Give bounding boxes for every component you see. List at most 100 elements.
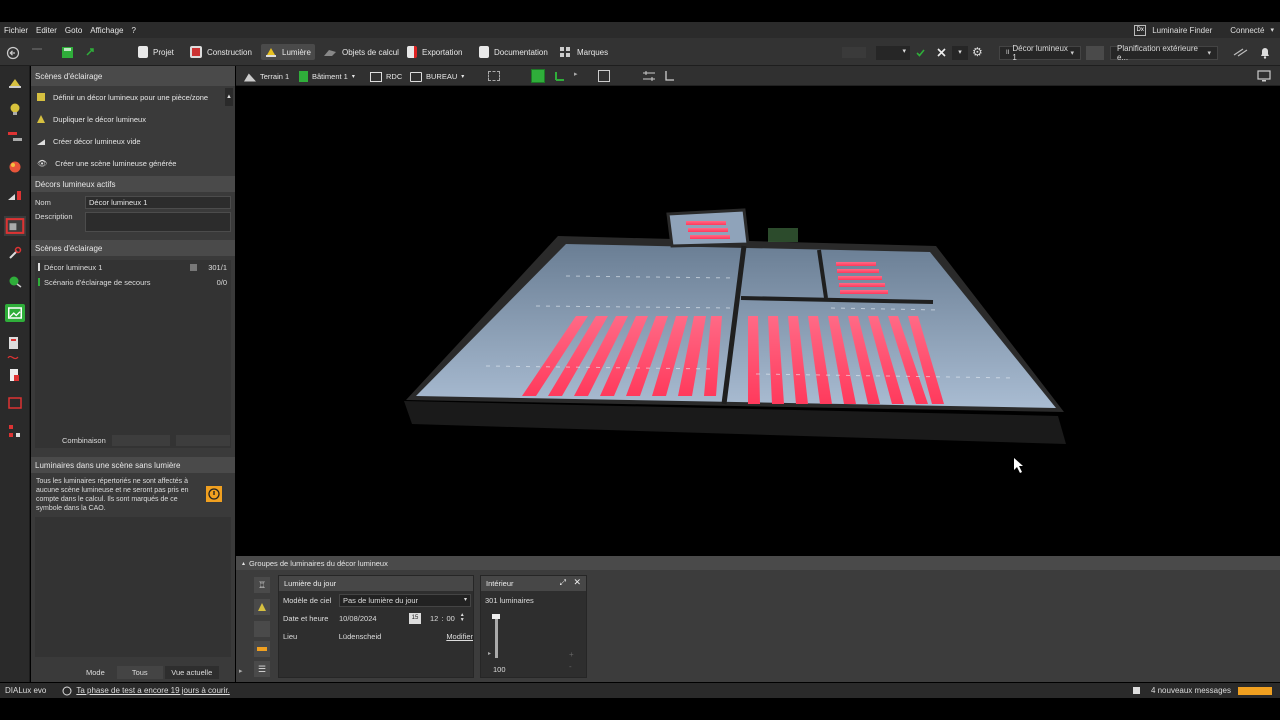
page-icon[interactable] [7,368,23,382]
hour-field[interactable]: 12 [430,614,438,623]
scene-color-swatch[interactable] [1086,46,1104,60]
trial-notice[interactable]: Ta phase de test a encore 19 jours à cou… [76,686,229,695]
bulb-icon[interactable] [7,102,23,116]
menu-affichage[interactable]: Affichage [86,26,127,35]
lamp-group-icon[interactable] [254,599,270,615]
scene-item-count: 0/0 [216,277,227,287]
tab-lumiere[interactable]: Lumière [261,44,315,60]
close-icon[interactable]: ✕ [573,577,581,588]
close-icon[interactable] [936,47,947,58]
tab-construction[interactable]: Construction [190,44,252,60]
breadcrumb-terrain[interactable]: Terrain 1 [244,70,289,83]
curve-icon[interactable] [7,350,23,364]
chevron-down-icon: ▾ [461,74,465,80]
sky-row: Modèle de ciel Pas de lumière du jour ▾ [279,591,473,609]
cad-viewport-3d[interactable] [236,86,1280,556]
menu-goto[interactable]: Goto [61,26,86,35]
breadcrumb-batiment[interactable]: Bâtiment 1 ▾ [299,70,355,83]
axis-icon[interactable] [663,70,675,82]
action-create-empty[interactable]: Créer décor lumineux vide [31,130,235,152]
planning-select[interactable]: Planification extérieure e... ▾ [1110,44,1218,62]
action-define-scene-label: Définir un décor lumineux pour une pièce… [53,92,209,102]
action-duplicate-scene[interactable]: Dupliquer le décor lumineux [31,108,235,130]
fit-view-icon[interactable] [598,70,610,82]
messages-indicator [1238,686,1272,695]
tab-objets-de-calcul[interactable]: Objets de calcul [323,44,399,60]
luminaire-finder-icon[interactable]: Dx [1134,24,1147,36]
scene-select[interactable]: II Décor lumineux 1 ▾ [999,44,1081,62]
menu-fichier[interactable]: Fichier [0,26,32,35]
sky-select-value: Pas de lumière du jour [343,595,419,605]
chevron-right-icon[interactable]: ▸ [239,667,243,675]
selection-icon[interactable] [488,71,500,81]
gear-icon[interactable]: ⚙ [972,45,983,59]
tab-marques[interactable]: Marques [559,44,608,60]
building-3d-render[interactable] [236,86,1280,556]
report-icon[interactable] [7,336,23,350]
breadcrumb-level[interactable]: RDC [370,70,402,83]
frame-icon[interactable] [7,396,23,410]
messages-count[interactable]: 4 nouveaux messages [1151,686,1231,695]
lamp-tool-icon[interactable] [7,76,23,90]
check-icon[interactable] [915,47,926,58]
mode-all-button[interactable]: Tous [116,665,163,679]
chevron-down-icon[interactable]: ▾ [1270,26,1274,34]
scroll-up-arrow[interactable]: ▲ [225,88,233,106]
save-icon[interactable] [61,46,74,59]
daylight-view-icon[interactable] [5,304,25,322]
tab-documentation[interactable]: Documentation [479,44,548,60]
green-tool-icon[interactable] [7,274,23,288]
scene-checkbox[interactable] [190,263,197,271]
combination-remove-button[interactable] [175,434,230,446]
name-field[interactable]: Décor lumineux 1 [85,195,231,209]
luminaire-finder-link[interactable]: Luminaire Finder [1152,26,1212,35]
menu-help[interactable]: ? [127,26,139,35]
sky-label: Modèle de ciel [283,595,332,605]
hierarchy-icon[interactable]: ♖ [254,577,270,593]
dimmer-slider-track[interactable] [492,614,500,658]
menu-editer[interactable]: Editer [32,26,61,35]
sky-select[interactable]: Pas de lumière du jour ▾ [339,593,471,607]
view-plan-icon[interactable] [554,70,566,82]
time-stepper[interactable]: ▲ ▼ [460,613,465,623]
combination-add-button[interactable] [111,434,170,446]
color-sphere-icon[interactable] [7,160,23,174]
luminaire-arrange-icon[interactable] [7,130,23,144]
mode-current-button[interactable]: Vue actuelle [164,665,219,679]
scene-item-label: Scénario d'éclairage de secours [44,277,151,287]
edit-icon[interactable]: ⤢ [560,578,566,588]
tab-projet[interactable]: Projet [138,44,174,60]
interior-count: 301 luminaires [485,596,534,605]
connect-menu[interactable]: Connecté [1230,26,1264,35]
view-3d-icon[interactable] [531,69,545,83]
date-field[interactable]: 10/08/2024 [339,614,405,623]
back-icon[interactable] [6,46,20,60]
modify-link[interactable]: Modifier [446,632,473,641]
view-options-dropdown[interactable]: ▾ [876,46,910,60]
dimmer-slider-handle[interactable] [492,614,500,619]
list-item[interactable]: Scénario d'éclairage de secours 0/0 [35,274,231,290]
bell-icon[interactable] [1259,46,1271,59]
description-field[interactable] [85,212,231,232]
construction-tool-icon[interactable] [4,216,26,236]
monitor-icon[interactable] [1257,70,1271,82]
light-scene-icon[interactable] [7,188,23,202]
chevron-right-icon[interactable]: ▸ [574,70,578,78]
light-group-icon[interactable] [254,641,270,657]
minute-field[interactable]: 00 [446,614,454,623]
list-item[interactable]: Décor lumineux 1 301/1 [35,260,231,274]
nodes-icon[interactable] [7,424,23,438]
save-as-icon[interactable] [85,47,95,57]
chevron-down-icon[interactable]: ▾ [952,46,968,60]
action-generate-scene[interactable]: 👁 Créer une scène lumineuse générée [31,152,235,174]
measure-icon[interactable] [642,70,656,82]
message-icon[interactable] [1132,686,1141,695]
collapse-icon[interactable]: ▴ [242,560,245,567]
layers-icon[interactable] [1233,48,1249,57]
list-settings-icon[interactable]: ☰ [254,661,270,677]
calendar-icon[interactable]: 15 [409,612,421,624]
tab-exportation[interactable]: Exportation [407,44,462,60]
breadcrumb-room[interactable]: BUREAU ▾ [410,70,464,83]
action-define-scene[interactable]: Définir un décor lumineux pour une pièce… [31,86,235,108]
wrench-icon[interactable] [7,246,23,260]
